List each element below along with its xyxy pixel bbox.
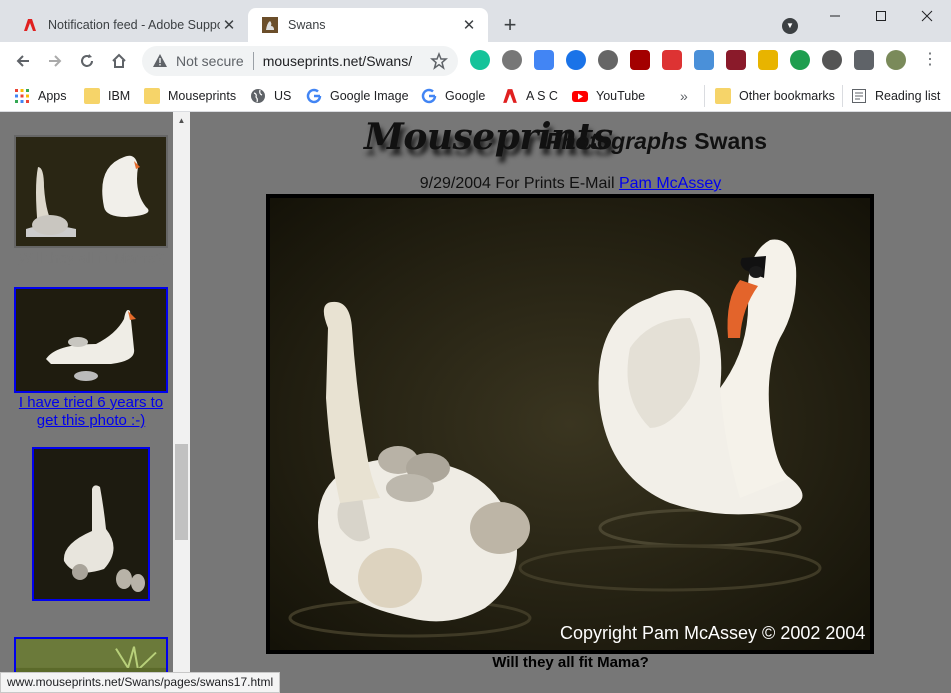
- url-text[interactable]: mouseprints.net/Swans/: [263, 53, 412, 69]
- divider: [252, 52, 254, 70]
- gear-extension-icon[interactable]: [598, 50, 618, 70]
- bookmark-other[interactable]: Other bookmarks: [704, 85, 835, 107]
- folder-icon: [715, 88, 731, 104]
- bookmark-label: IBM: [108, 89, 131, 103]
- youtube-icon: [572, 91, 588, 102]
- status-bar-url: www.mouseprints.net/Swans/pages/swans17.…: [0, 672, 281, 693]
- swan-photo-image: [270, 198, 870, 650]
- bookmark-us[interactable]: US: [250, 85, 291, 107]
- scrollbar-thumb[interactable]: [175, 444, 188, 540]
- evernote-extension-icon[interactable]: [790, 50, 810, 70]
- bookmark-label: Google Image: [330, 89, 409, 103]
- security-label[interactable]: Not secure: [176, 53, 244, 69]
- bookmark-label: Apps: [38, 89, 67, 103]
- extension-icon[interactable]: [502, 50, 522, 70]
- extension-360-icon[interactable]: [822, 50, 842, 70]
- menu-dots-icon[interactable]: ⋮: [920, 50, 940, 70]
- close-tab-icon[interactable]: ✕: [220, 16, 238, 34]
- warning-icon[interactable]: [152, 53, 168, 69]
- tab-swans[interactable]: Swans ✕: [248, 8, 488, 42]
- bookmarks-bar: Apps IBM Mouseprints US Google Image Goo…: [0, 80, 951, 112]
- email-link[interactable]: Pam McAssey: [619, 175, 721, 192]
- bookmark-label: Mouseprints: [168, 89, 237, 103]
- main-frame: Mouseprints Photographs Swans 9/29/2004 …: [190, 112, 951, 693]
- adobe-icon: [503, 89, 517, 103]
- tab-title: Swans: [288, 18, 326, 32]
- bookmark-label: YouTube: [596, 89, 646, 103]
- page-content: Will they all fit Mama? I have tried 6 y…: [0, 112, 951, 693]
- maximize-icon[interactable]: [858, 4, 904, 28]
- address-bar[interactable]: Not secure mouseprints.net/Swans/: [142, 46, 458, 76]
- translate-extension-icon[interactable]: [534, 50, 554, 70]
- photo-copyright: Copyright Pam McAssey © 2002 2004: [560, 623, 866, 643]
- google-icon: [306, 88, 322, 104]
- thumbnail-frame: Will they all fit Mama? I have tried 6 y…: [0, 112, 190, 693]
- globe-icon: [251, 89, 265, 103]
- reading-list[interactable]: Reading list: [842, 85, 940, 107]
- tab-title: Notification feed - Adobe Support: [48, 18, 220, 32]
- bookmark-google-image[interactable]: Google Image: [306, 85, 409, 107]
- thumbnail-swan-cygnets-rear[interactable]: [32, 447, 150, 601]
- photo-caption: Will they all fit Mama?: [492, 654, 649, 671]
- bookmark-label: Google: [445, 89, 486, 103]
- forward-icon[interactable]: [42, 48, 68, 74]
- close-tab-icon[interactable]: ✕: [460, 16, 478, 34]
- screenshot-extension-icon[interactable]: [694, 50, 714, 70]
- bookmark-star-icon[interactable]: [430, 51, 448, 70]
- bookmark-label: Reading list: [875, 89, 941, 103]
- new-tab-button[interactable]: +: [498, 14, 522, 38]
- extension-icon[interactable]: [662, 50, 682, 70]
- bookmark-mouseprints[interactable]: Mouseprints: [144, 85, 236, 107]
- folder-icon: [84, 88, 100, 104]
- title-section: Swans: [694, 128, 768, 154]
- minimize-icon[interactable]: [812, 4, 858, 28]
- page-title: Photographs Swans: [546, 128, 767, 155]
- adobe-icon: [22, 17, 38, 33]
- more-bookmarks-chevron-icon[interactable]: »: [680, 85, 688, 107]
- back-icon[interactable]: [10, 48, 36, 74]
- bookmark-apps[interactable]: Apps: [14, 85, 67, 107]
- puzzle-extensions-icon[interactable]: [854, 50, 874, 70]
- thumbnail-scrollbar[interactable]: ▲: [173, 112, 190, 693]
- tab-adobe-support[interactable]: Notification feed - Adobe Support ✕: [8, 8, 248, 42]
- apps-grid-icon: [15, 89, 29, 103]
- thumbnail-swans-mama[interactable]: [14, 135, 168, 248]
- scroll-up-arrow-icon[interactable]: ▲: [173, 112, 190, 129]
- tab-strip: Notification feed - Adobe Support ✕ Swan…: [0, 0, 951, 42]
- main-photo: Copyright Pam McAssey © 2002 2004: [266, 194, 874, 654]
- thumbnail-swan-cygnets-back[interactable]: [14, 287, 168, 393]
- thumbnail-caption-link[interactable]: Will they all fit Mama?: [10, 250, 172, 268]
- browser-window: { "tabs": [ {"title": "Notification feed…: [0, 0, 951, 693]
- bookmark-asc[interactable]: A S C: [502, 85, 558, 107]
- folder-icon: [144, 88, 160, 104]
- swan-favicon-icon: [262, 17, 278, 33]
- bookmark-ibm[interactable]: IBM: [84, 85, 130, 107]
- thumbnail-caption-link[interactable]: I have tried 6 years to get this photo :…: [10, 394, 172, 430]
- extension-icon[interactable]: [726, 50, 746, 70]
- date-line: 9/29/2004 For Prints E-Mail Pam McAssey: [190, 175, 951, 193]
- grammarly-extension-icon[interactable]: [470, 50, 490, 70]
- home-icon[interactable]: [106, 48, 132, 74]
- reload-icon[interactable]: [74, 48, 100, 74]
- google-icon: [421, 88, 437, 104]
- extension-icon[interactable]: [758, 50, 778, 70]
- avatar[interactable]: [886, 50, 906, 70]
- date-text: 9/29/2004 For Prints E-Mail: [419, 175, 615, 192]
- bookmark-label: US: [274, 89, 292, 103]
- title-italic: Photographs: [546, 128, 688, 154]
- extension-icon[interactable]: [566, 50, 586, 70]
- reading-list-icon: [852, 89, 866, 103]
- tab-search-icon[interactable]: ▼: [782, 18, 798, 34]
- bookmark-label: Other bookmarks: [739, 89, 835, 103]
- close-window-icon[interactable]: [904, 4, 950, 28]
- bookmark-youtube[interactable]: YouTube: [572, 85, 645, 107]
- ublock-extension-icon[interactable]: [630, 50, 650, 70]
- bookmark-google[interactable]: Google: [421, 85, 485, 107]
- bookmark-label: A S C: [526, 89, 558, 103]
